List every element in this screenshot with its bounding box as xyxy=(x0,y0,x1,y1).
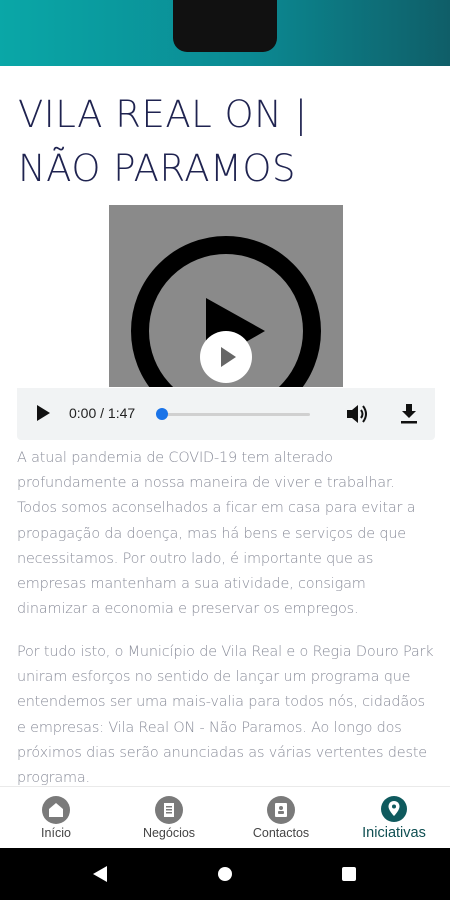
home-button-icon[interactable] xyxy=(218,867,232,881)
nav-item-label: Início xyxy=(41,826,71,840)
home-icon xyxy=(42,796,70,824)
volume-icon[interactable] xyxy=(345,403,369,425)
article-paragraph: A atual pandemia de COVID-19 tem alterad… xyxy=(17,450,416,618)
article-paragraph: Por tudo isto, o Município de Vila Real … xyxy=(17,644,434,786)
audio-time: 0:00 / 1:47 xyxy=(69,405,136,421)
play-overlay-button[interactable] xyxy=(200,331,252,383)
audio-player[interactable]: 0:00 / 1:47 xyxy=(17,388,435,440)
recent-apps-icon[interactable] xyxy=(342,867,356,881)
bottom-navigation: Início Negócios Contactos Iniciativas xyxy=(0,786,450,849)
audio-progress-thumb[interactable] xyxy=(156,408,168,420)
download-icon[interactable] xyxy=(400,403,418,425)
back-icon[interactable] xyxy=(92,865,108,883)
status-bar xyxy=(0,0,450,66)
page-title-line-1: VILA REAL ON | xyxy=(18,93,308,136)
play-icon xyxy=(221,347,236,367)
nav-item-label: Contactos xyxy=(252,826,310,840)
nav-item-inicio[interactable]: Início xyxy=(0,787,112,849)
main-content[interactable]: VILA REAL ON | NÃO PARAMOS 0:00 / 1:47 A… xyxy=(0,66,450,786)
camera-notch xyxy=(173,0,277,52)
business-icon xyxy=(155,796,183,824)
nav-item-label: Iniciativas xyxy=(362,825,426,841)
contacts-icon xyxy=(267,796,295,824)
nav-item-iniciativas[interactable]: Iniciativas xyxy=(338,787,450,849)
location-pin-icon xyxy=(381,796,407,822)
play-icon[interactable] xyxy=(35,404,51,422)
nav-item-label: Negócios xyxy=(142,826,196,840)
system-navigation-bar xyxy=(0,848,450,900)
page-title-line-2: NÃO PARAMOS xyxy=(18,147,297,190)
page-title: VILA REAL ON | NÃO PARAMOS xyxy=(18,88,438,196)
nav-item-contactos[interactable]: Contactos xyxy=(225,787,337,849)
nav-item-negocios[interactable]: Negócios xyxy=(113,787,225,849)
audio-progress-track[interactable] xyxy=(162,413,310,416)
